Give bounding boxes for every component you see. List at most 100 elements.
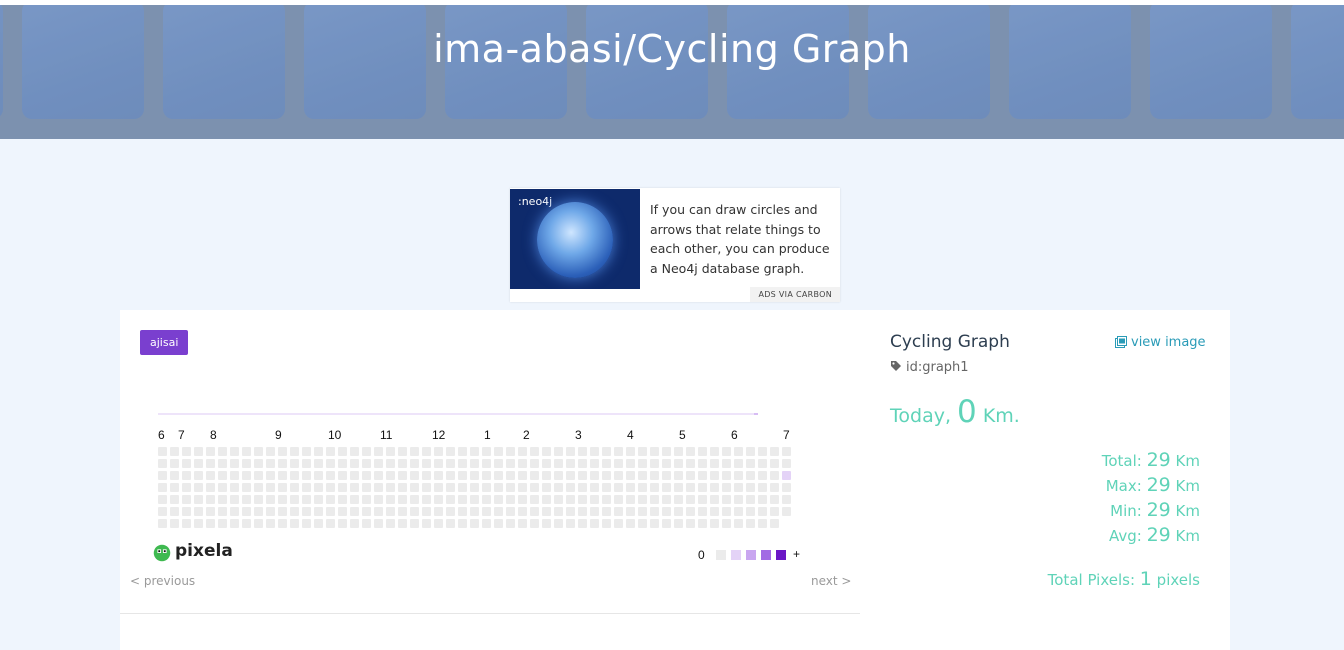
day-pixel[interactable] <box>218 483 227 492</box>
day-pixel[interactable] <box>578 447 587 456</box>
day-pixel[interactable] <box>674 519 683 528</box>
day-pixel[interactable] <box>182 495 191 504</box>
day-pixel[interactable] <box>218 459 227 468</box>
day-pixel[interactable] <box>686 471 695 480</box>
day-pixel[interactable] <box>374 495 383 504</box>
day-pixel[interactable] <box>398 471 407 480</box>
day-pixel[interactable] <box>170 495 179 504</box>
day-pixel[interactable] <box>386 519 395 528</box>
day-pixel[interactable] <box>266 507 275 516</box>
day-pixel[interactable] <box>206 507 215 516</box>
day-pixel[interactable] <box>338 483 347 492</box>
day-pixel[interactable] <box>482 447 491 456</box>
day-pixel[interactable] <box>602 483 611 492</box>
day-pixel[interactable] <box>506 471 515 480</box>
day-pixel[interactable] <box>206 495 215 504</box>
day-pixel[interactable] <box>362 519 371 528</box>
day-pixel[interactable] <box>770 459 779 468</box>
day-pixel[interactable] <box>734 495 743 504</box>
day-pixel[interactable] <box>746 471 755 480</box>
day-pixel[interactable] <box>422 519 431 528</box>
day-pixel[interactable] <box>782 507 791 516</box>
day-pixel[interactable] <box>614 507 623 516</box>
day-pixel[interactable] <box>590 471 599 480</box>
day-pixel[interactable] <box>674 447 683 456</box>
day-pixel[interactable] <box>218 507 227 516</box>
day-pixel[interactable] <box>362 483 371 492</box>
day-pixel[interactable] <box>530 459 539 468</box>
day-pixel[interactable] <box>266 483 275 492</box>
day-pixel[interactable] <box>446 519 455 528</box>
day-pixel[interactable] <box>254 495 263 504</box>
day-pixel[interactable] <box>386 459 395 468</box>
day-pixel[interactable] <box>602 447 611 456</box>
day-pixel[interactable] <box>158 495 167 504</box>
day-pixel[interactable] <box>422 471 431 480</box>
day-pixel[interactable] <box>698 447 707 456</box>
day-pixel[interactable] <box>506 447 515 456</box>
day-pixel[interactable] <box>734 483 743 492</box>
day-pixel[interactable] <box>746 507 755 516</box>
day-pixel[interactable] <box>758 495 767 504</box>
day-pixel[interactable] <box>530 495 539 504</box>
day-pixel[interactable] <box>170 519 179 528</box>
day-pixel[interactable] <box>722 507 731 516</box>
day-pixel[interactable] <box>650 495 659 504</box>
day-pixel[interactable] <box>746 447 755 456</box>
day-pixel[interactable] <box>446 495 455 504</box>
day-pixel[interactable] <box>230 519 239 528</box>
day-pixel[interactable] <box>698 495 707 504</box>
day-pixel[interactable] <box>398 447 407 456</box>
day-pixel[interactable] <box>302 447 311 456</box>
day-pixel[interactable] <box>782 459 791 468</box>
day-pixel[interactable] <box>338 447 347 456</box>
day-pixel[interactable] <box>230 471 239 480</box>
day-pixel[interactable] <box>482 459 491 468</box>
day-pixel[interactable] <box>686 507 695 516</box>
day-pixel[interactable] <box>686 459 695 468</box>
day-pixel[interactable] <box>590 447 599 456</box>
day-pixel[interactable] <box>386 447 395 456</box>
day-pixel[interactable] <box>746 483 755 492</box>
day-pixel[interactable] <box>266 495 275 504</box>
day-pixel[interactable] <box>458 471 467 480</box>
day-pixel[interactable] <box>254 483 263 492</box>
day-pixel[interactable] <box>530 471 539 480</box>
day-pixel[interactable] <box>302 519 311 528</box>
day-pixel[interactable] <box>530 447 539 456</box>
day-pixel[interactable] <box>470 495 479 504</box>
day-pixel[interactable] <box>506 519 515 528</box>
day-pixel[interactable] <box>410 507 419 516</box>
day-pixel[interactable] <box>782 471 791 480</box>
day-pixel[interactable] <box>722 495 731 504</box>
day-pixel[interactable] <box>350 519 359 528</box>
day-pixel[interactable] <box>722 447 731 456</box>
day-pixel[interactable] <box>302 459 311 468</box>
day-pixel[interactable] <box>710 459 719 468</box>
day-pixel[interactable] <box>218 519 227 528</box>
day-pixel[interactable] <box>638 495 647 504</box>
day-pixel[interactable] <box>566 459 575 468</box>
day-pixel[interactable] <box>770 507 779 516</box>
day-pixel[interactable] <box>350 483 359 492</box>
day-pixel[interactable] <box>674 471 683 480</box>
day-pixel[interactable] <box>434 471 443 480</box>
day-pixel[interactable] <box>218 495 227 504</box>
day-pixel[interactable] <box>338 519 347 528</box>
day-pixel[interactable] <box>434 507 443 516</box>
day-pixel[interactable] <box>602 471 611 480</box>
day-pixel[interactable] <box>650 447 659 456</box>
day-pixel[interactable] <box>758 519 767 528</box>
day-pixel[interactable] <box>494 459 503 468</box>
day-pixel[interactable] <box>782 483 791 492</box>
day-pixel[interactable] <box>518 471 527 480</box>
day-pixel[interactable] <box>734 507 743 516</box>
day-pixel[interactable] <box>758 471 767 480</box>
day-pixel[interactable] <box>446 483 455 492</box>
day-pixel[interactable] <box>314 495 323 504</box>
ads-via-carbon-link[interactable]: ADS VIA CARBON <box>750 287 840 302</box>
day-pixel[interactable] <box>182 483 191 492</box>
day-pixel[interactable] <box>494 507 503 516</box>
day-pixel[interactable] <box>254 471 263 480</box>
ad-image[interactable]: :neo4j <box>510 189 640 289</box>
